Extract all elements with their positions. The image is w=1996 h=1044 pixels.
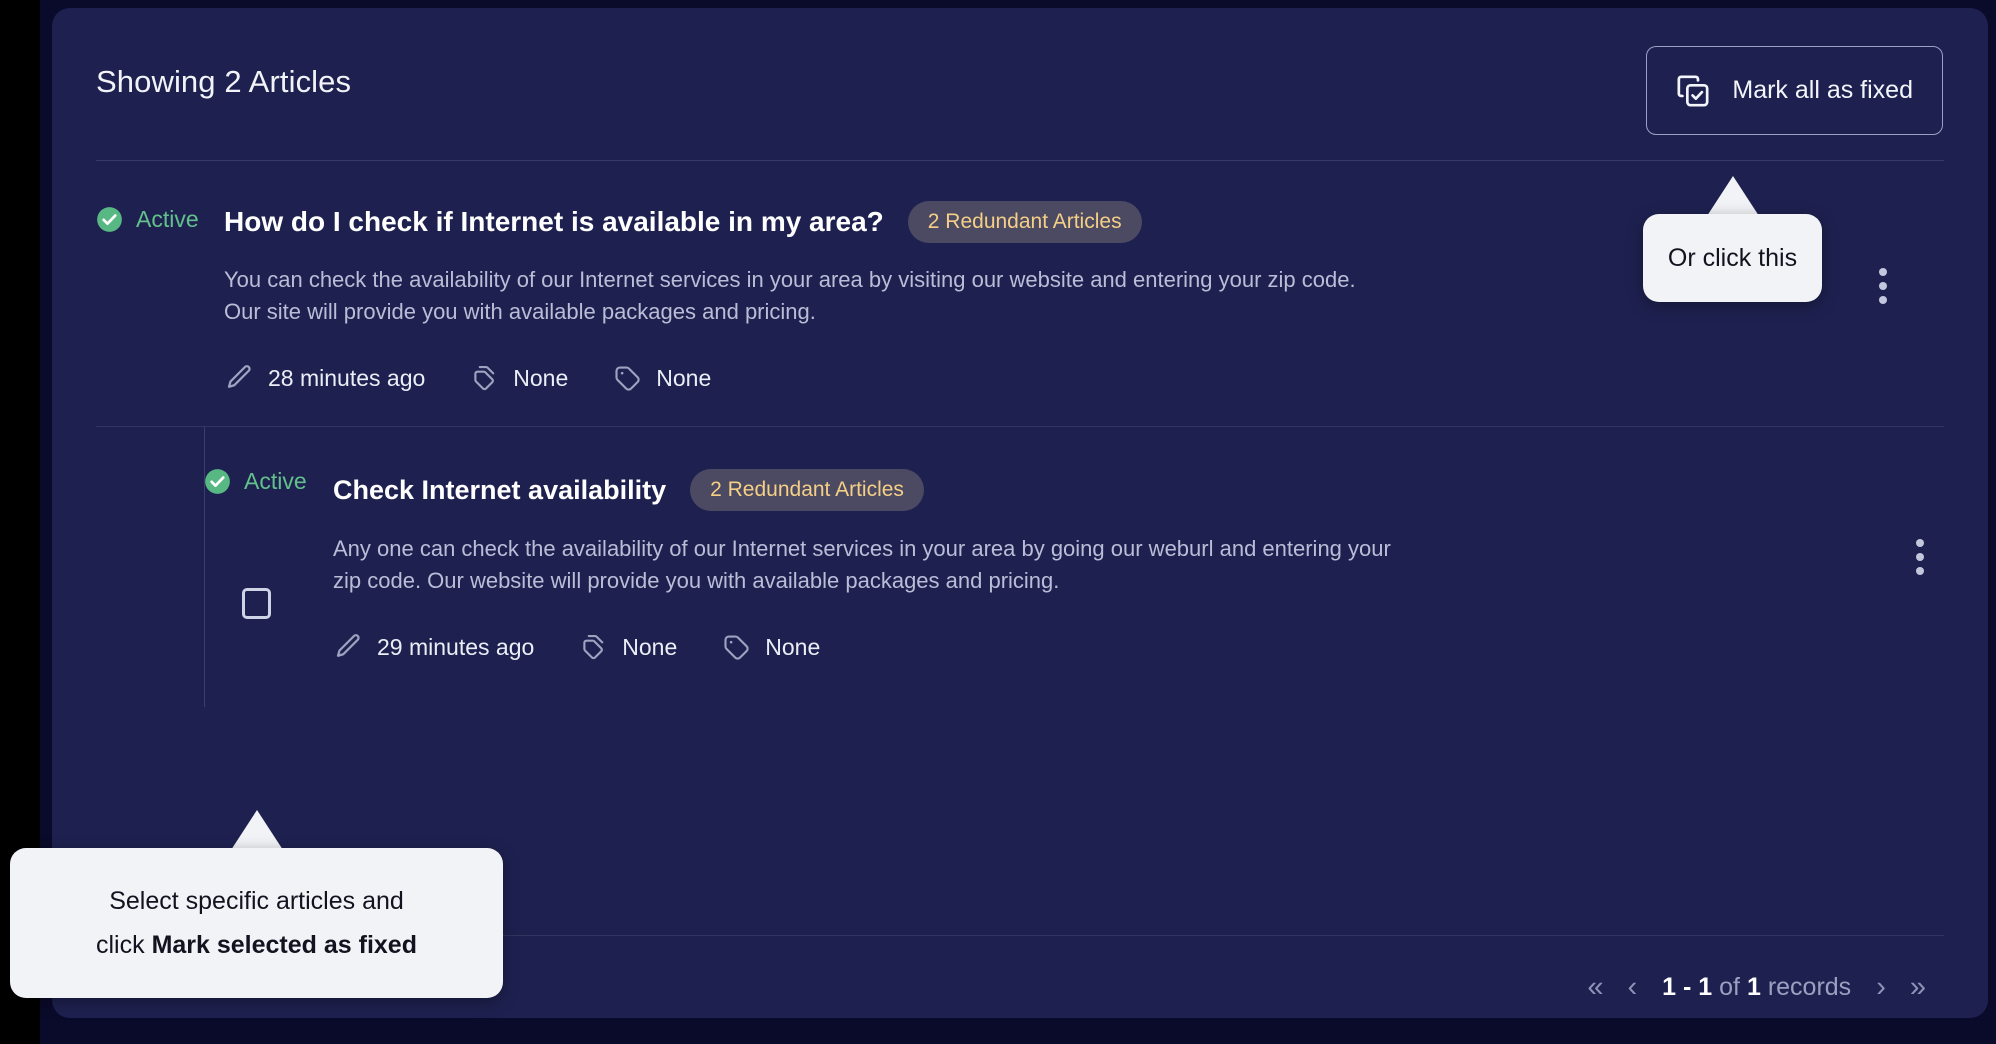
article-1-redundant-badge[interactable]: 2 Redundant Articles — [907, 201, 1142, 243]
article-2-redundant-badge[interactable]: 2 Redundant Articles — [690, 469, 924, 511]
article-1-status: Active — [96, 206, 199, 233]
select-articles-tooltip-line-1: Select specific articles and — [109, 887, 404, 915]
mark-all-as-fixed-label: Mark all as fixed — [1732, 76, 1913, 104]
article-1-tags: None — [612, 363, 711, 393]
select-tooltip-prefix: click — [96, 931, 152, 959]
article-2-tags-text: None — [765, 633, 821, 660]
or-click-tooltip-arrow — [1707, 176, 1759, 216]
screenshot-root: Showing 2 Articles Mark all as fixed Act… — [0, 0, 1996, 1044]
article-2-status: Active — [204, 468, 307, 495]
article-2-body-line-1: Any one can check the availability of ou… — [333, 536, 1391, 561]
article-2-title-line: Check Internet availability 2 Redundant … — [333, 469, 924, 511]
article-1-title[interactable]: How do I check if Internet is available … — [224, 206, 884, 238]
article-1-meta-row: 28 minutes ago None None — [224, 363, 711, 393]
article-select-checkbox[interactable] — [242, 588, 271, 619]
card-header: Showing 2 Articles Mark all as fixed — [52, 8, 1988, 161]
tags-icon — [469, 363, 499, 393]
article-2-categories: None — [578, 632, 677, 662]
pencil-icon — [224, 363, 254, 393]
pagination-total: 1 — [1746, 972, 1761, 1001]
article-1-body-line-1: You can check the availability of our In… — [224, 267, 1356, 292]
article-2-body-line-2: zip code. Our website will provide you w… — [333, 568, 1060, 593]
pagination-range: 1 - 1 — [1662, 972, 1713, 1001]
check-circle-icon — [96, 206, 123, 233]
tags-icon — [578, 632, 608, 662]
article-2-tags: None — [721, 632, 820, 662]
copy-check-icon — [1676, 74, 1710, 108]
header-divider — [96, 160, 1944, 161]
next-page-button[interactable]: › — [1864, 972, 1898, 1002]
page-title: Showing 2 Articles — [96, 64, 352, 99]
pencil-icon — [333, 632, 363, 662]
article-1-updated-text: 28 minutes ago — [268, 364, 426, 391]
article-1-categories: None — [469, 363, 568, 393]
check-circle-icon — [204, 468, 231, 495]
article-2-updated: 29 minutes ago — [333, 632, 534, 662]
pagination-records: records — [1767, 972, 1852, 1001]
article-1-menu-button[interactable] — [1868, 266, 1898, 306]
article-1-status-label: Active — [136, 206, 199, 232]
or-click-tooltip: Or click this — [1643, 214, 1822, 302]
article-2-updated-text: 29 minutes ago — [377, 633, 535, 660]
article-2-body: Any one can check the availability of ou… — [333, 533, 1391, 597]
article-1-updated: 28 minutes ago — [224, 363, 425, 393]
article-1-body: You can check the availability of our In… — [224, 264, 1356, 328]
article-1-tags-text: None — [656, 364, 712, 391]
article-2-categories-text: None — [622, 633, 678, 660]
mark-all-as-fixed-button[interactable]: Mark all as fixed — [1646, 46, 1943, 135]
last-page-button[interactable]: » — [1898, 972, 1938, 1002]
tag-icon — [721, 632, 751, 662]
article-2-menu-button[interactable] — [1905, 537, 1935, 577]
pagination-of: of — [1719, 972, 1740, 1001]
select-articles-tooltip-arrow — [231, 810, 283, 850]
article-1-title-line: How do I check if Internet is available … — [224, 201, 1142, 243]
or-click-tooltip-text: Or click this — [1667, 243, 1798, 272]
article-1-categories-text: None — [513, 364, 569, 391]
select-articles-tooltip: Select specific articles and click Mark … — [10, 848, 503, 998]
article-1-body-line-2: Our site will provide you with available… — [224, 299, 816, 324]
select-tooltip-bold: Mark selected as fixed — [151, 931, 417, 959]
article-2-status-label: Active — [244, 468, 307, 494]
prev-page-button[interactable]: ‹ — [1615, 972, 1649, 1002]
article-2-meta-row: 29 minutes ago None None — [333, 632, 820, 662]
article-2-title[interactable]: Check Internet availability — [333, 475, 666, 506]
pagination-status: 1 - 1 of 1 records — [1649, 973, 1864, 1002]
pagination: « ‹ 1 - 1 of 1 records › » — [1575, 966, 1938, 1008]
tag-icon — [612, 363, 642, 393]
select-articles-tooltip-line-2: click Mark selected as fixed — [96, 927, 417, 963]
first-page-button[interactable]: « — [1575, 972, 1615, 1002]
row-divider-1 — [96, 426, 1944, 427]
